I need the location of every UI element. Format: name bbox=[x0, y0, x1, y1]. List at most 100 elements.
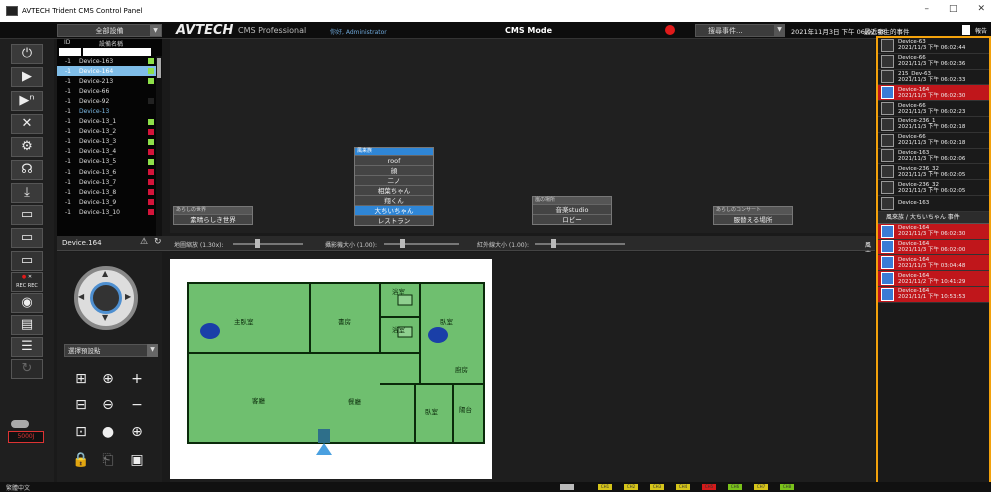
device-row[interactable]: -1 Device-13_3 bbox=[57, 137, 162, 147]
event-item[interactable]: Device-164 2021/11/2 下午 10:41:29 bbox=[878, 271, 989, 287]
channel-indicator[interactable]: CH1 bbox=[598, 484, 612, 490]
device-row[interactable]: -1 Device-13_10 bbox=[57, 207, 162, 217]
map-item[interactable]: 翔くん bbox=[355, 195, 433, 205]
language-label[interactable]: 繁體中文 bbox=[6, 483, 30, 492]
screen-icon[interactable]: ▣ bbox=[126, 450, 148, 470]
event-item[interactable]: Device-236_32 2021/11/3 下午 06:02:05 bbox=[878, 164, 989, 181]
zoom-in-icon[interactable]: ⊕ bbox=[97, 369, 119, 389]
map-group-arashi-place[interactable]: 嵐の場所 音楽studio ロビー bbox=[532, 196, 612, 225]
playback-icon[interactable]: ▶ⁿ bbox=[11, 91, 43, 111]
map-item[interactable]: 顔 bbox=[355, 165, 433, 175]
device-row[interactable]: -1 Device-13_8 bbox=[57, 187, 162, 197]
report-icon[interactable] bbox=[962, 25, 970, 35]
maximize-button[interactable]: □ bbox=[949, 4, 958, 14]
channel-indicator[interactable]: CH3 bbox=[650, 484, 664, 490]
scroll-thumb[interactable] bbox=[157, 58, 161, 78]
camera-size-handle[interactable] bbox=[400, 239, 405, 248]
event-item[interactable]: Device-163 bbox=[878, 196, 989, 212]
event-item[interactable]: Device-163 2021/11/3 下午 06:02:06 bbox=[878, 149, 989, 165]
map-item[interactable]: 相葉ちゃん bbox=[355, 185, 433, 195]
map-zoom-slider[interactable] bbox=[233, 243, 303, 245]
device-row[interactable]: -1 Device-13 bbox=[57, 106, 162, 116]
event-item[interactable]: Device-63 2021/11/3 下午 06:02:44 bbox=[878, 38, 989, 54]
zoom-out-icon[interactable]: ⊖ bbox=[97, 395, 119, 415]
playback-file-icon[interactable]: ◉ bbox=[11, 293, 43, 313]
device-row[interactable]: -1 Device-163 bbox=[57, 56, 162, 66]
group-select[interactable]: 全部設備 ▼ bbox=[57, 24, 162, 37]
auto-focus-icon[interactable]: ⊡ bbox=[70, 422, 92, 442]
event-item[interactable]: Device-164 2021/11/3 下午 03:04:48 bbox=[878, 255, 989, 272]
event-search-select[interactable]: 搜尋事件... ▼ bbox=[695, 24, 785, 37]
ptz-right-icon[interactable]: ▶ bbox=[125, 292, 131, 301]
close-button[interactable]: ✕ bbox=[977, 4, 985, 14]
ptz-center-eye-icon[interactable] bbox=[90, 282, 122, 314]
focus-shrink-icon[interactable]: ⊟ bbox=[70, 395, 92, 415]
report-label[interactable]: 報告 bbox=[975, 26, 987, 35]
map-item[interactable]: roof bbox=[355, 155, 433, 165]
device-row[interactable]: -1 Device-13_5 bbox=[57, 157, 162, 167]
device-row[interactable]: -1 Device-13_6 bbox=[57, 167, 162, 177]
event-item[interactable]: 215_Dev-63 2021/11/3 下午 06:02:33 bbox=[878, 70, 989, 86]
settings-gear-icon[interactable]: ⚙ bbox=[11, 137, 43, 157]
map-item[interactable]: 素晴らしき世界 bbox=[174, 214, 252, 224]
device-row[interactable]: -1 Device-92 bbox=[57, 96, 162, 106]
event-item[interactable]: Device-164 2021/11/3 下午 06:02:30 bbox=[878, 85, 989, 102]
camera-icon[interactable]: ⚠ bbox=[140, 237, 148, 247]
rec-button[interactable]: ● ✕ REC REC bbox=[11, 272, 43, 292]
iris-icon[interactable]: ● bbox=[97, 422, 119, 442]
device-list-scrollbar[interactable] bbox=[156, 56, 162, 237]
menu-icon[interactable]: ☰ bbox=[11, 337, 43, 357]
device-row[interactable]: -1 Device-13_2 bbox=[57, 127, 162, 137]
map-item[interactable]: 二ノ bbox=[355, 175, 433, 185]
export-icon[interactable]: ▤ bbox=[11, 315, 43, 335]
device-row[interactable]: -1 Device-13_9 bbox=[57, 197, 162, 207]
event-item[interactable]: Device-236_1 2021/11/3 下午 06:02:18 bbox=[878, 117, 989, 133]
channel-indicator[interactable]: CH8 bbox=[780, 484, 794, 490]
focus-expand-icon[interactable]: ⊞ bbox=[70, 369, 92, 389]
map-item[interactable]: 大ちいちゃん bbox=[355, 205, 433, 215]
event-item[interactable]: Device-66 2021/11/3 下午 06:02:23 bbox=[878, 101, 989, 117]
map-item[interactable]: ロビー bbox=[533, 214, 611, 224]
play-icon[interactable]: ▶ bbox=[11, 67, 43, 87]
event-item[interactable]: Device-164 2021/11/3 下午 06:02:30 bbox=[878, 223, 989, 240]
map-group-arashi-world[interactable]: あらしの世界 素晴らしき世界 bbox=[173, 206, 253, 225]
channel-indicator[interactable]: CH6 bbox=[728, 484, 742, 490]
ptz-left-icon[interactable]: ◀ bbox=[78, 292, 84, 301]
map-item[interactable]: 服替える場所 bbox=[714, 214, 792, 224]
lock-icon[interactable]: 🔒 bbox=[70, 450, 92, 470]
device-row[interactable]: -1 Device-13_4 bbox=[57, 147, 162, 157]
event-item[interactable]: Device-236_32 2021/11/3 下午 06:02:05 bbox=[878, 180, 989, 196]
network-icon[interactable]: ☊ bbox=[11, 160, 43, 180]
monitor-icon[interactable]: ▭ bbox=[11, 205, 43, 225]
map-zoom-handle[interactable] bbox=[255, 239, 260, 248]
tools-icon[interactable]: ✕ bbox=[11, 114, 43, 134]
channel-indicator[interactable]: CH5 bbox=[702, 484, 716, 490]
camera-size-slider[interactable] bbox=[384, 243, 459, 245]
preset-select[interactable]: 選擇預設點 ▼ bbox=[64, 344, 158, 357]
minus-icon[interactable]: − bbox=[126, 395, 148, 415]
channel-indicator[interactable]: CH4 bbox=[676, 484, 690, 490]
ptz-joystick[interactable]: ▲ ▼ ◀ ▶ bbox=[74, 266, 138, 330]
minimize-button[interactable]: – bbox=[924, 4, 929, 14]
ir-size-handle[interactable] bbox=[551, 239, 556, 248]
name-filter-input[interactable] bbox=[83, 48, 151, 56]
channel-indicator[interactable]: CH7 bbox=[754, 484, 768, 490]
map-item[interactable]: レストラン bbox=[355, 215, 433, 225]
channel-indicator[interactable]: CH2 bbox=[624, 484, 638, 490]
monitor-add-icon[interactable]: ▭ bbox=[11, 228, 43, 248]
map-group-furaizoku[interactable]: 風来族 roof 顔二ノ 相葉ちゃん 翔くん 大ちいちゃん レストラン bbox=[354, 147, 434, 226]
device-row[interactable]: -1 Device-13_7 bbox=[57, 177, 162, 187]
ptz-up-icon[interactable]: ▲ bbox=[102, 269, 108, 278]
plus-icon[interactable]: + bbox=[126, 369, 148, 389]
event-item[interactable]: Device-164 2021/11/1 下午 10:53:53 bbox=[878, 286, 989, 303]
device-row[interactable]: -1 Device-13_1 bbox=[57, 117, 162, 127]
device-row[interactable]: -1 Device-213 bbox=[57, 76, 162, 86]
map-item[interactable]: 音楽studio bbox=[533, 204, 611, 214]
event-item[interactable]: Device-164 2021/11/3 下午 06:02:00 bbox=[878, 239, 989, 256]
ir-size-slider[interactable] bbox=[535, 243, 625, 245]
download-icon[interactable]: ⤓ bbox=[11, 183, 43, 203]
id-filter-input[interactable] bbox=[59, 48, 81, 56]
map-group-arashi-concert[interactable]: あらしのコンサート 服替える場所 bbox=[713, 206, 793, 225]
event-item[interactable]: Device-66 2021/11/3 下午 06:02:36 bbox=[878, 54, 989, 70]
device-row[interactable]: -1 Device-66 bbox=[57, 86, 162, 96]
